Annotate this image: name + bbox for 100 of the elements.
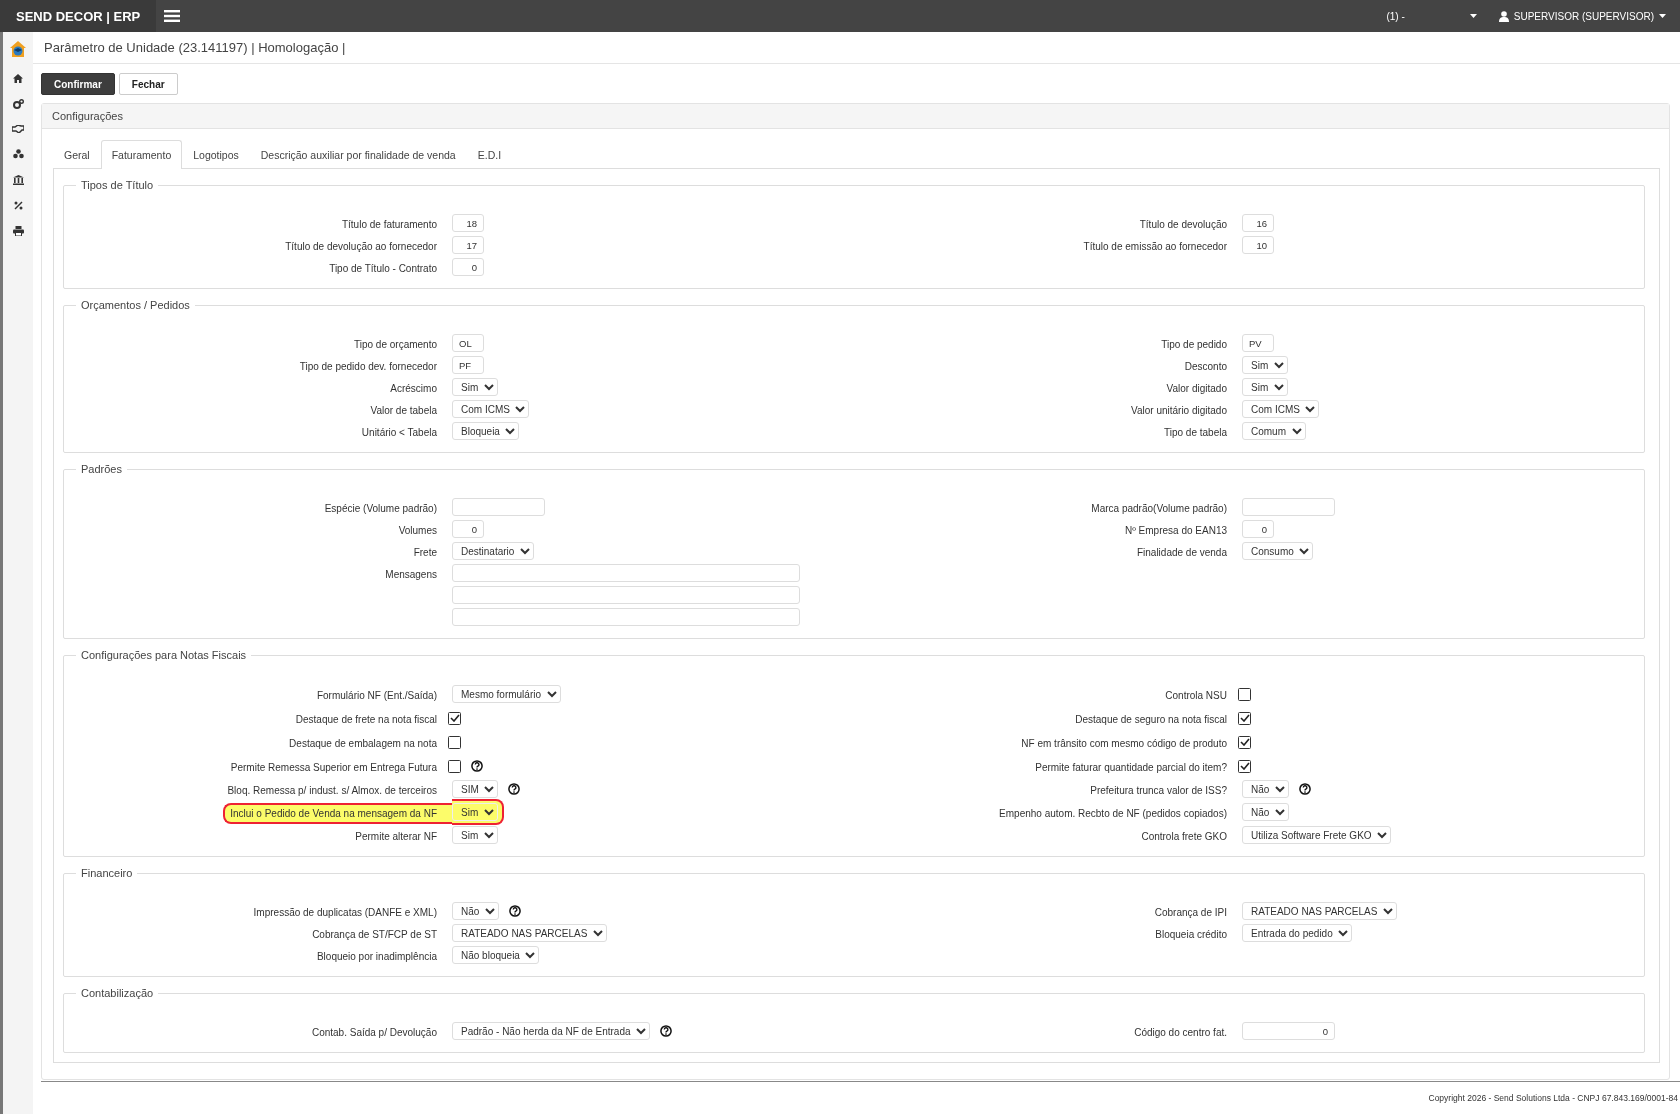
select-field[interactable]: Não bloqueia (452, 946, 539, 964)
help-icon[interactable] (509, 905, 521, 917)
close-button[interactable]: Fechar (118, 73, 178, 95)
select-field[interactable]: Sim (1242, 356, 1288, 374)
house-logo-icon[interactable] (9, 40, 27, 58)
tab[interactable]: Logotipos (182, 140, 250, 168)
handshake-icon[interactable] (12, 125, 24, 133)
field-label: Desconto (1184, 359, 1228, 374)
caret-icon (1659, 14, 1666, 18)
select-field[interactable]: Não (1242, 803, 1289, 821)
field-label: Valor digitado (1166, 381, 1228, 396)
select-field[interactable]: Mesmo formulário (452, 685, 561, 703)
field-label: Destaque de frete na nota fiscal (295, 712, 438, 727)
field-label: Impressão de duplicatas (DANFE e XML) (253, 905, 438, 920)
menu-icon[interactable] (164, 10, 180, 22)
users-icon[interactable] (12, 149, 24, 159)
input-field[interactable] (452, 608, 800, 626)
select-field[interactable]: SIM (452, 780, 498, 798)
input-field[interactable]: OL (452, 334, 484, 352)
select-field[interactable]: Consumo (1242, 542, 1313, 560)
tab[interactable]: Geral (53, 140, 101, 168)
tab[interactable]: Descrição auxiliar por finalidade de venda (249, 140, 467, 168)
select-field[interactable]: Não (1242, 780, 1289, 798)
input-field[interactable]: 0 (452, 258, 484, 276)
checkbox[interactable] (1238, 735, 1251, 749)
select-field[interactable]: Comum (1242, 422, 1306, 440)
section-title: Financeiro (80, 867, 134, 879)
field-label: Contab. Saída p/ Devolução (311, 1025, 438, 1040)
input-field[interactable]: 10 (1242, 236, 1274, 254)
field-label: Título de faturamento (341, 217, 438, 232)
select-field[interactable]: Bloqueia (452, 422, 519, 440)
printer-icon[interactable] (12, 226, 24, 236)
unit-dropdown[interactable]: (1) - (1386, 10, 1477, 22)
select-field[interactable]: Entrada do pedido (1242, 924, 1352, 942)
copyright-text: Copyright 2026 - Send Solutions Ltda - CNPJ 67.843.169/0001-84 (1428, 1092, 1678, 1103)
field-label: Cobrança de ST/FCP de ST (312, 927, 438, 942)
field-label: Tipo de pedido (1161, 337, 1228, 352)
select-field[interactable]: Destinatario (452, 542, 534, 560)
select-field[interactable]: Sim (452, 378, 498, 396)
tab[interactable]: E.D.I (466, 140, 513, 168)
input-field[interactable]: 0 (1242, 520, 1274, 538)
section-title: Contabilização (80, 987, 155, 999)
section-title: Orçamentos / Pedidos (80, 299, 191, 311)
tab[interactable]: Faturamento (100, 140, 183, 169)
input-field[interactable]: PV (1242, 334, 1274, 352)
input-field[interactable]: 16 (1242, 214, 1274, 232)
field-label: Mensagens (385, 567, 438, 582)
page-title: Parâmetro de Unidade (23.141197) | Homologação | (44, 40, 346, 55)
help-icon[interactable] (508, 783, 520, 795)
field-label: Unitário < Tabela (361, 425, 438, 440)
field-label: Título de devolução ao fornecedor (285, 239, 438, 254)
field-label: Destaque de seguro na nota fiscal (1075, 712, 1228, 727)
field-label: Cobrança de IPI (1154, 905, 1228, 920)
field-label: Bloqueio por inadimplência (316, 949, 438, 964)
gear-icon[interactable] (12, 99, 24, 109)
field-label: Tipo de Título - Contrato (329, 261, 438, 276)
input-field[interactable] (452, 586, 800, 604)
select-field[interactable]: Sim (452, 826, 498, 844)
home-icon[interactable] (13, 74, 23, 83)
select-field[interactable]: Sim (1242, 378, 1288, 396)
checkbox[interactable] (1238, 711, 1251, 725)
field-label: Espécie (Volume padrão) (324, 501, 438, 516)
checkbox[interactable] (448, 711, 461, 725)
input-field[interactable]: PF (452, 356, 484, 374)
bank-icon[interactable] (12, 175, 24, 185)
checkbox[interactable] (1238, 687, 1251, 701)
field-label: Inclui o Pedido de Venda na mensagem da NF (223, 802, 452, 824)
input-field[interactable]: 0 (1242, 1022, 1335, 1040)
percent-icon[interactable] (13, 201, 23, 210)
field-label: Tipo de pedido dev. fornecedor (299, 359, 438, 374)
select-field[interactable]: RATEADO NAS PARCELAS (452, 924, 607, 942)
field-label: Tipo de orçamento (354, 337, 438, 352)
input-field[interactable] (1242, 498, 1335, 516)
help-icon[interactable] (1299, 783, 1311, 795)
checkbox[interactable] (448, 759, 461, 773)
field-label: Finalidade de venda (1136, 545, 1228, 560)
select-field[interactable]: Sim (452, 803, 498, 821)
select-field[interactable]: Padrão - Não herda da NF de Entrada (452, 1022, 650, 1040)
user-menu[interactable]: SUPERVISOR (SUPERVISOR) (1498, 10, 1666, 22)
input-field[interactable]: 17 (452, 236, 484, 254)
input-field[interactable]: 18 (452, 214, 484, 232)
input-field[interactable] (452, 564, 800, 582)
input-field[interactable] (452, 498, 545, 516)
confirm-button[interactable]: Confirmar (41, 73, 115, 95)
field-label: Prefeitura trunca valor de ISS? (1090, 783, 1228, 798)
field-label: Título de emissão ao fornecedor (1083, 239, 1228, 254)
checkbox[interactable] (1238, 759, 1251, 773)
select-field[interactable]: Utiliza Software Frete GKO (1242, 826, 1391, 844)
checkbox[interactable] (448, 735, 461, 749)
brand-logo[interactable]: SEND DECOR | ERP (0, 0, 156, 32)
select-field[interactable]: Com ICMS (1242, 400, 1319, 418)
help-icon[interactable] (660, 1025, 672, 1037)
select-field[interactable]: RATEADO NAS PARCELAS (1242, 902, 1397, 920)
select-field[interactable]: Com ICMS (452, 400, 529, 418)
user-icon (1498, 10, 1509, 22)
input-field[interactable]: 0 (452, 520, 484, 538)
help-icon[interactable] (471, 760, 483, 772)
field-label: Volumes (398, 523, 438, 538)
select-field[interactable]: Não (452, 902, 499, 920)
field-label: Permite faturar quantidade parcial do item? (1035, 760, 1228, 775)
